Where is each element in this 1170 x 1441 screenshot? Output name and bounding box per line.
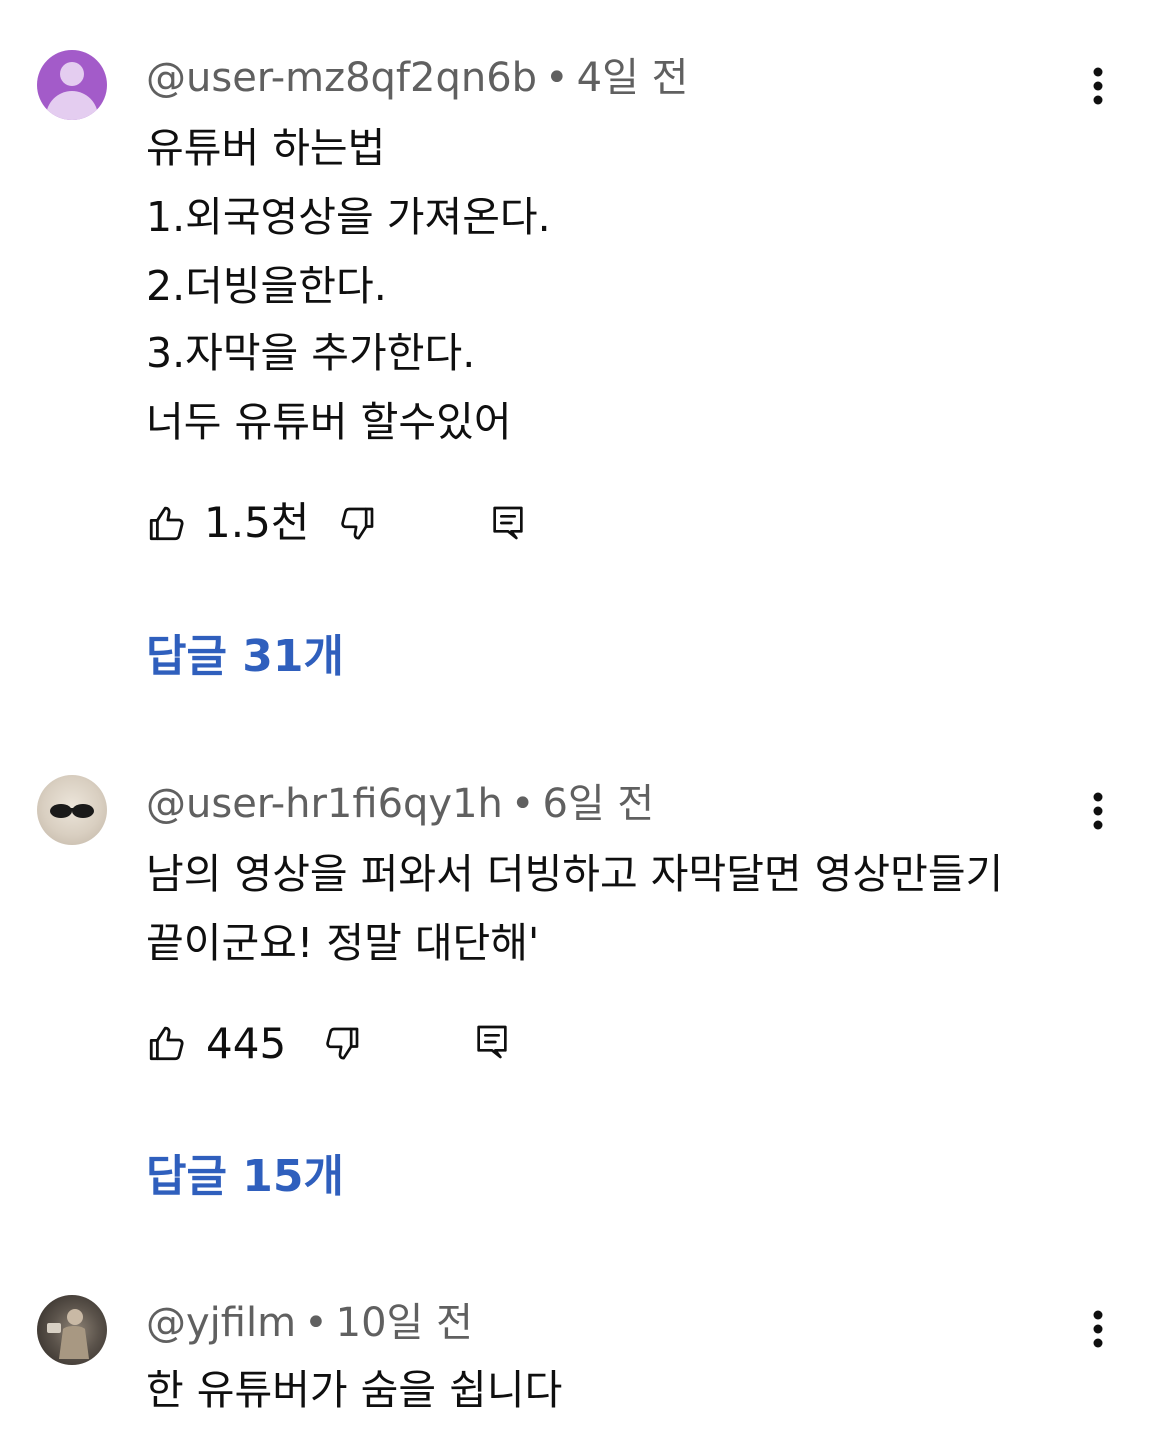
comment-text-line: 1.외국영상을 가져온다. — [146, 193, 551, 241]
like-count: 445 — [206, 1019, 287, 1068]
comment-text-line: 유튜버 하는법 — [146, 124, 386, 172]
reply-button[interactable] — [488, 503, 528, 543]
comment-text-line: 너두 유튜버 할수있어 — [146, 398, 512, 446]
comment-text-line: 끝이군요! 정말 대단해' — [146, 919, 540, 967]
more-vertical-icon — [1093, 67, 1103, 105]
like-count: 1.5천 — [204, 498, 310, 547]
sunglasses-image — [50, 804, 94, 818]
comment-author[interactable]: @user-mz8qf2qn6b — [146, 55, 537, 101]
avatar[interactable] — [37, 775, 107, 845]
view-replies-button[interactable]: 답글 31개 — [146, 630, 344, 684]
person-photo-image — [47, 1309, 89, 1359]
like-button[interactable] — [146, 1022, 188, 1064]
more-options-button[interactable] — [1080, 787, 1116, 835]
comment-icon — [477, 1025, 507, 1059]
more-options-button[interactable] — [1080, 1305, 1116, 1353]
thumbs-up-icon — [149, 506, 184, 541]
meta-separator: • — [510, 781, 535, 827]
comment-meta: @user-hr1fi6qy1h • 6일 전 — [146, 780, 654, 828]
comment-text-line: 한 유튜버가 숨을 쉽니다 — [146, 1366, 563, 1414]
comment-time: 10일 전 — [335, 1300, 473, 1346]
comment-text-line: 남의 영상을 퍼와서 더빙하고 자막달면 영상만들기 — [146, 850, 1004, 898]
avatar[interactable] — [37, 50, 107, 120]
view-replies-button[interactable]: 답글 15개 — [146, 1150, 344, 1204]
meta-separator: • — [304, 1300, 328, 1346]
comment-author[interactable]: @yjfilm — [146, 1300, 296, 1346]
comment-meta: @user-mz8qf2qn6b • 4일 전 — [146, 54, 688, 102]
thumbs-down-icon — [341, 507, 374, 540]
more-vertical-icon — [1093, 1310, 1103, 1348]
avatar[interactable] — [37, 1295, 107, 1365]
meta-separator: • — [545, 55, 569, 101]
dislike-button[interactable] — [322, 1024, 362, 1064]
like-button[interactable] — [146, 502, 188, 544]
comment-text-line: 3.자막을 추가한다. — [146, 329, 476, 377]
comment-author[interactable]: @user-hr1fi6qy1h — [146, 781, 503, 827]
dislike-button[interactable] — [337, 504, 377, 544]
comment-time: 4일 전 — [576, 55, 689, 101]
comment-meta: @yjfilm • 10일 전 — [146, 1299, 473, 1347]
thumbs-up-icon — [149, 1026, 184, 1061]
reply-button[interactable] — [472, 1022, 512, 1062]
comment-text-line: 2.더빙을한다. — [146, 262, 387, 310]
more-vertical-icon — [1093, 792, 1103, 830]
thumbs-down-icon — [326, 1027, 359, 1060]
more-options-button[interactable] — [1080, 62, 1116, 110]
comment-icon — [493, 506, 523, 540]
comment-time: 6일 전 — [542, 781, 655, 827]
